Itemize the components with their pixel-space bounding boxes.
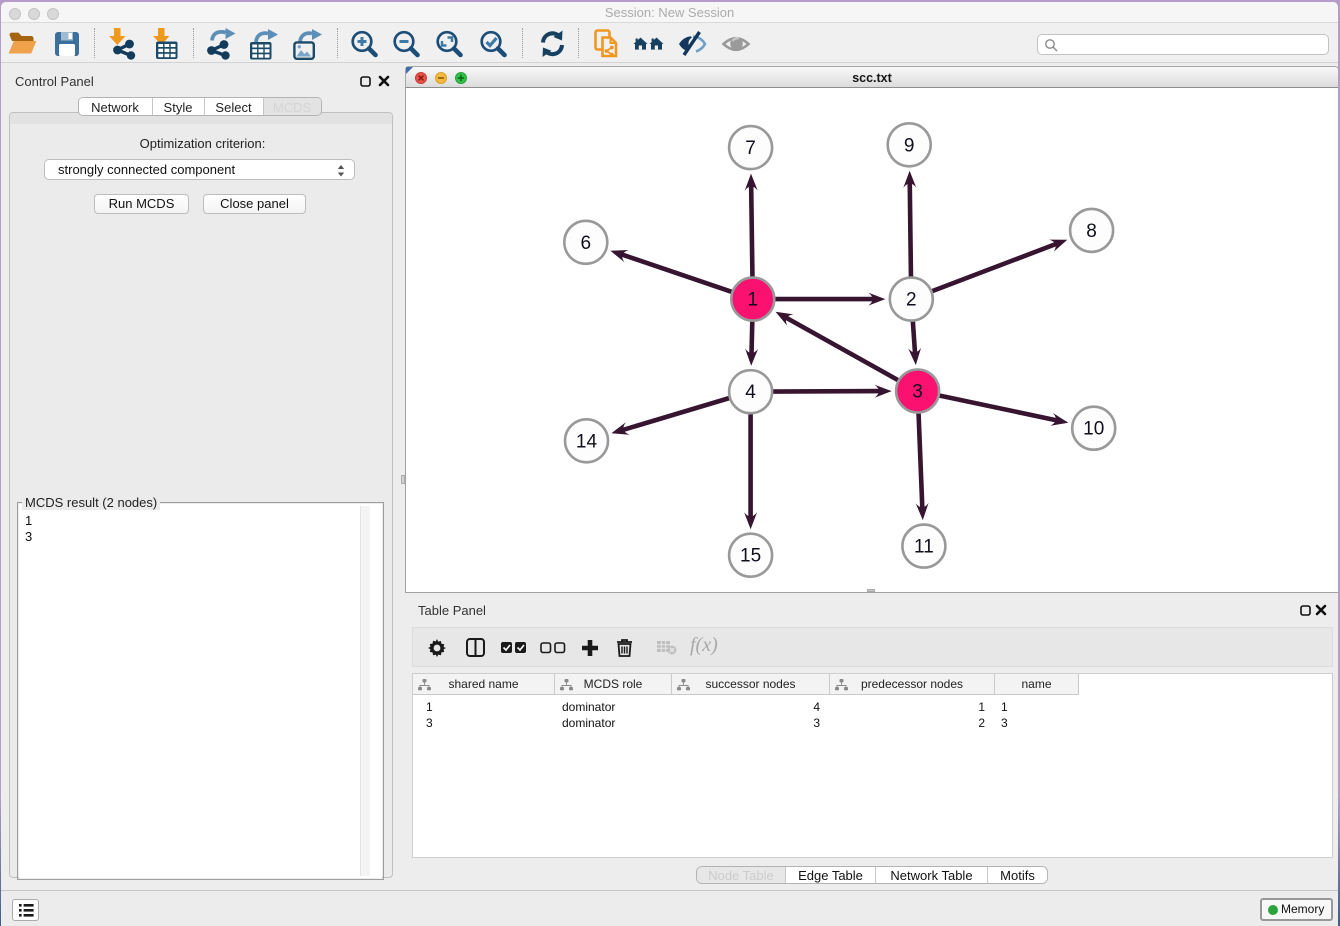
svg-text:9: 9 [904, 135, 915, 156]
svg-text:1: 1 [748, 290, 759, 311]
svg-text:10: 10 [1083, 419, 1104, 440]
svg-text:7: 7 [745, 138, 756, 159]
svg-text:3: 3 [912, 382, 923, 403]
svg-text:4: 4 [745, 382, 756, 403]
svg-text:11: 11 [914, 537, 934, 558]
svg-text:15: 15 [740, 546, 761, 567]
svg-text:6: 6 [581, 233, 592, 254]
svg-text:14: 14 [576, 431, 598, 452]
svg-text:2: 2 [906, 290, 917, 311]
svg-text:8: 8 [1086, 221, 1097, 242]
